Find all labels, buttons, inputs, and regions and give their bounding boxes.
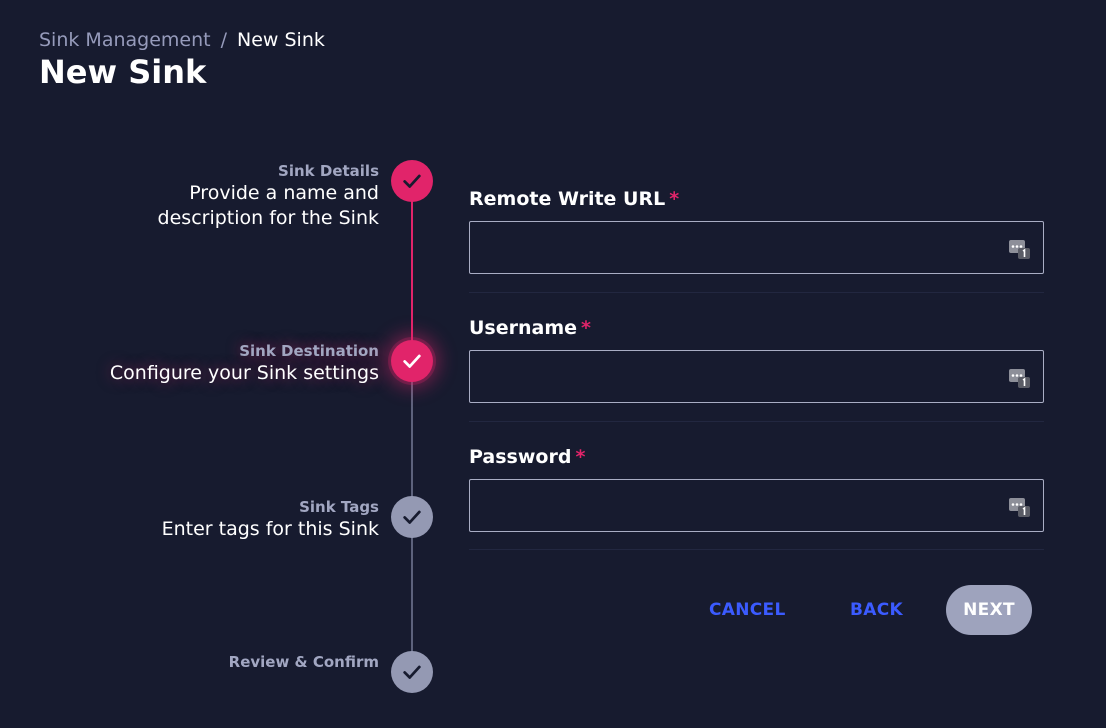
step-review-confirm-indicator[interactable] [391,651,433,693]
step-sink-destination-indicator[interactable] [391,340,433,382]
required-indicator: * [669,188,680,210]
field-divider [469,421,1044,422]
step-title: Sink Destination [239,342,379,360]
required-indicator: * [575,446,586,468]
username-input[interactable] [470,351,1043,402]
password-manager-icon[interactable] [1009,367,1031,389]
password-manager-icon[interactable] [1009,238,1031,260]
password-field[interactable] [469,479,1044,532]
field-label-text: Username [469,317,578,339]
check-icon [403,665,421,679]
username-field[interactable] [469,350,1044,403]
password-label: Password * [469,445,585,469]
step-title: Review & Confirm [228,653,379,671]
breadcrumb-separator: / [220,29,227,51]
field-label-text: Password [469,446,572,468]
stepper-connector-1 [411,201,413,341]
step-sink-destination: Sink Destination Configure your Sink set… [110,341,379,386]
step-title: Sink Details [278,162,379,180]
field-label-text: Remote Write URL [469,188,666,210]
field-divider [469,549,1044,550]
step-description-line: description for the Sink [157,207,379,229]
check-icon [403,354,421,368]
step-sink-tags-indicator[interactable] [391,496,433,538]
password-manager-icon[interactable] [1009,496,1031,518]
step-sink-details: Sink Details Provide a name and descript… [158,161,379,231]
step-sink-tags: Sink Tags Enter tags for this Sink [162,497,379,542]
stepper-connector-2 [411,381,413,497]
field-divider [469,292,1044,293]
back-button[interactable]: BACK [850,585,903,635]
step-sink-details-indicator[interactable] [391,160,433,202]
step-description-line: Enter tags for this Sink [161,518,379,540]
breadcrumb-sink-management[interactable]: Sink Management [39,29,211,51]
new-sink-page: Sink Management / New Sink New Sink Sink D… [0,0,1106,728]
required-indicator: * [581,317,591,339]
remote-write-url-input[interactable] [470,222,1043,273]
breadcrumb: Sink Management / New Sink [39,28,325,52]
breadcrumb-current: New Sink [237,29,325,51]
page-title: New Sink [39,53,207,91]
next-button[interactable]: NEXT [946,585,1032,635]
password-input[interactable] [470,480,1043,531]
check-icon [403,174,421,188]
step-title: Sink Tags [299,498,379,516]
step-review-confirm: Review & Confirm [229,652,379,672]
step-description-line: Provide a name and [189,182,379,204]
stepper-connector-3 [411,537,413,652]
check-icon [403,510,421,524]
remote-write-url-field[interactable] [469,221,1044,274]
remote-write-url-label: Remote Write URL * [469,187,679,211]
step-description-line: Configure your Sink settings [109,362,379,384]
cancel-button[interactable]: CANCEL [709,585,786,635]
username-label: Username * [469,316,591,340]
